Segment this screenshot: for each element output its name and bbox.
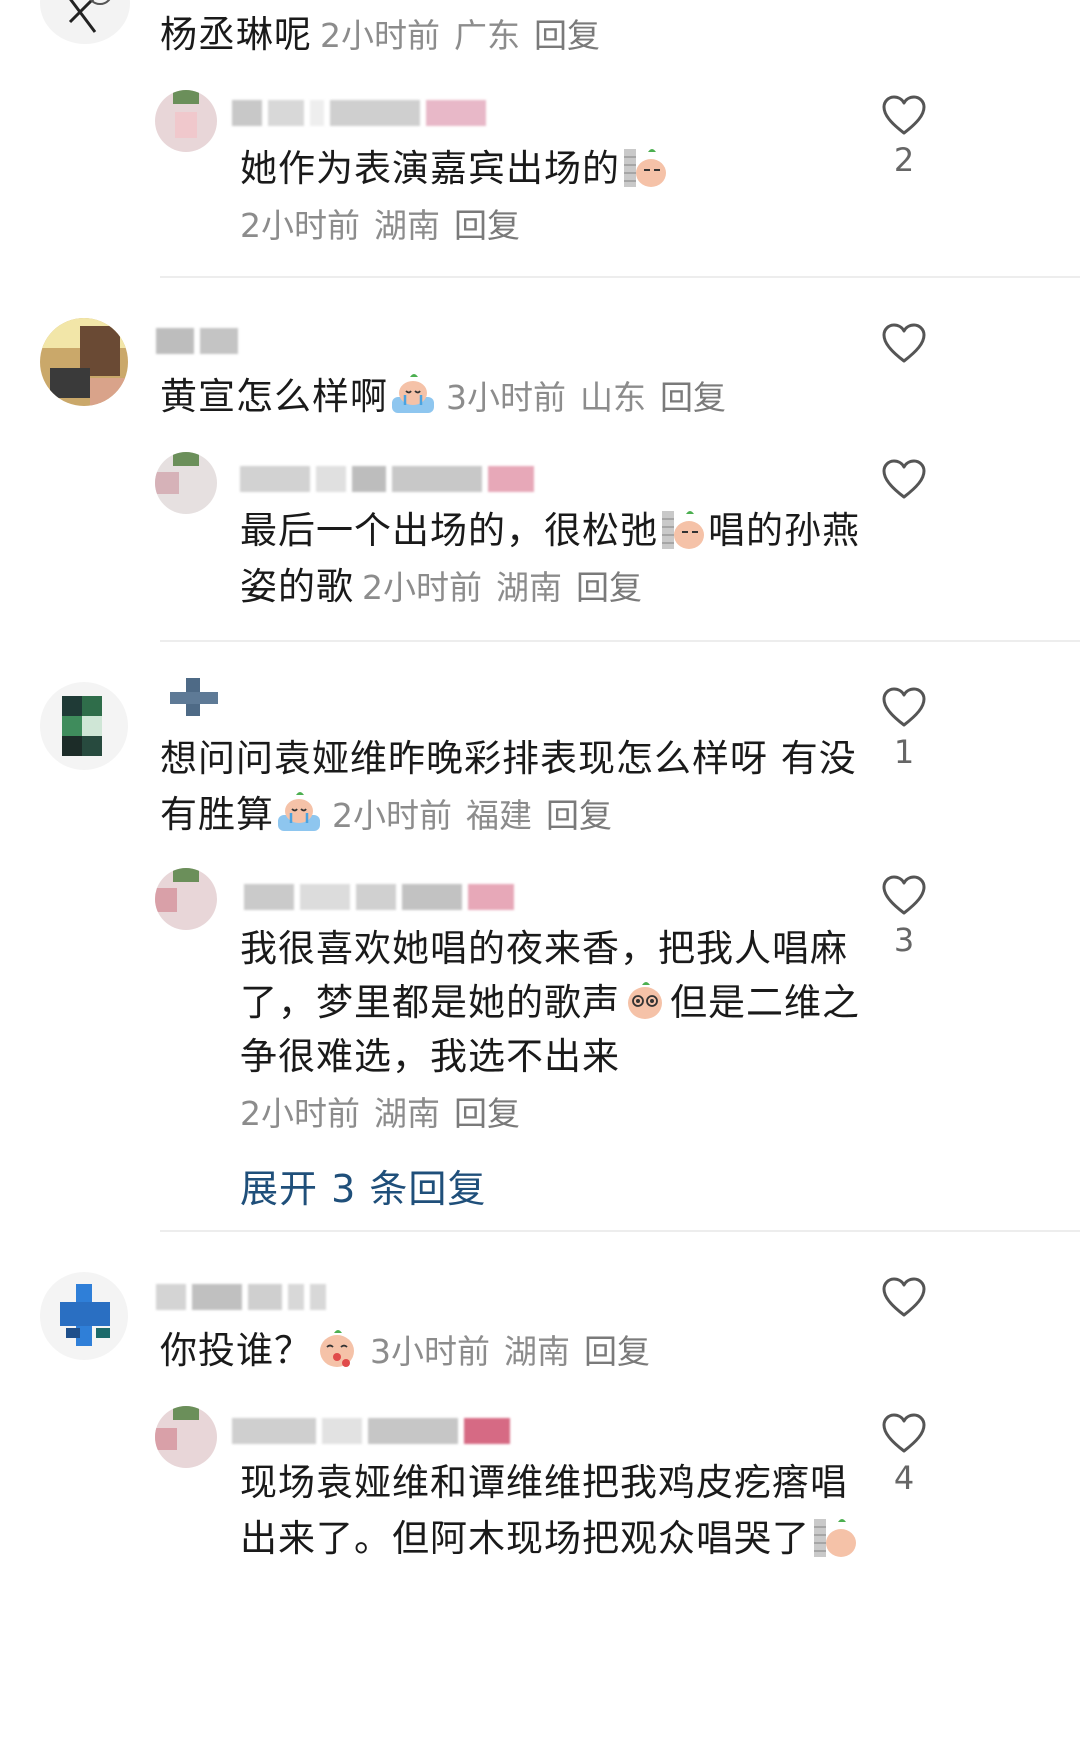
heart-outline-icon: [882, 1413, 926, 1453]
dizzy-eyes-emoji: [628, 982, 662, 1019]
comment-location: 湖南: [374, 1094, 440, 1133]
username-blurred[interactable]: [156, 1280, 326, 1314]
avatar[interactable]: [155, 868, 217, 930]
like-button[interactable]: [858, 458, 950, 500]
divider: [160, 640, 1080, 642]
comment-body: 现场袁娅维和谭维维把我鸡皮疙瘩唱: [240, 1461, 848, 1504]
comment-time: 2小时前: [362, 568, 482, 607]
comment-text: 姿的歌 2小时前 湖南 回复: [240, 556, 642, 618]
comment-text: 争很难选，我选不出来: [240, 1026, 620, 1087]
heart-outline-icon: [882, 687, 926, 727]
avatar[interactable]: [40, 1272, 128, 1360]
like-button[interactable]: 3: [858, 874, 950, 960]
username-blurred[interactable]: [240, 462, 534, 496]
comment-location: 湖南: [496, 568, 562, 607]
reply-button[interactable]: 回复: [454, 206, 520, 245]
avatar[interactable]: [40, 682, 128, 770]
comment-location: 山东: [580, 378, 646, 417]
comment-text: 最后一个出场的，很松弛 唱的孙燕: [240, 500, 860, 561]
divider: [160, 276, 1080, 278]
wall-peek-emoji: [814, 1519, 856, 1557]
comment-text: 现场袁娅维和谭维维把我鸡皮疙瘩唱: [240, 1452, 848, 1513]
comment-location: 广东: [454, 16, 520, 55]
comment-time: 2小时前: [240, 206, 360, 245]
crying-bath-emoji: [278, 792, 320, 831]
comment-text: 黄宣怎么样啊 3小时前 山东 回复: [160, 366, 726, 428]
like-count: 4: [893, 1459, 915, 1497]
comment-body: 我很喜欢她唱的夜来香，把我人唱麻: [240, 927, 848, 970]
comment-body-line2: 姿的歌: [240, 565, 354, 608]
comment-body: 想问问袁娅维昨晚彩排表现怎么样呀 有没: [160, 737, 857, 780]
comment-text: 出来了。但阿木现场把观众唱哭了: [240, 1508, 860, 1569]
comment-body: 你投谁？: [160, 1329, 312, 1372]
heart-outline-icon: [882, 95, 926, 135]
like-count: 2: [893, 141, 915, 179]
comment-time: 2小时前: [320, 16, 440, 55]
comment-time: 2小时前: [332, 796, 452, 835]
comment-body-line3: 争很难选，我选不出来: [240, 1035, 620, 1078]
heart-outline-icon: [882, 323, 926, 363]
comment-text: 了，梦里都是她的歌声 但是二维之: [240, 972, 860, 1033]
avatar[interactable]: [155, 1406, 217, 1468]
avatar[interactable]: [155, 452, 217, 514]
like-button[interactable]: 1: [858, 686, 950, 772]
comment-text: 想问问袁娅维昨晚彩排表现怎么样呀 有没: [160, 728, 857, 789]
comment-location: 湖南: [504, 1332, 570, 1371]
like-button[interactable]: 4: [858, 1412, 950, 1498]
username-blurred[interactable]: [156, 324, 238, 358]
comment-text: 杨丞琳呢 2小时前 广东 回复: [160, 4, 600, 66]
avatar[interactable]: [40, 318, 128, 406]
reply-button[interactable]: 回复: [534, 16, 600, 55]
reply-button[interactable]: 回复: [576, 568, 642, 607]
username-blurred[interactable]: [232, 96, 486, 130]
like-count: 1: [893, 733, 915, 771]
wall-peek-emoji: [624, 149, 666, 187]
comment-text: 有胜算 2小时前 福建 回复: [160, 784, 612, 846]
heart-outline-icon: [882, 459, 926, 499]
comment-location: 福建: [466, 796, 532, 835]
heart-outline-icon: [882, 1277, 926, 1317]
comment-meta: 2小时前 湖南 回复: [232, 194, 520, 256]
username-blurred[interactable]: [170, 678, 218, 716]
comment-time: 2小时前: [240, 1094, 360, 1133]
like-button[interactable]: [858, 1276, 950, 1318]
comment-body: 最后一个出场的，很松弛: [240, 509, 658, 552]
comment-body-cont: 唱的孙燕: [708, 509, 860, 552]
username-blurred[interactable]: [244, 880, 514, 914]
avatar[interactable]: [40, 0, 130, 44]
comment-body: 黄宣怎么样啊: [160, 375, 388, 418]
comment-body: 杨丞琳呢: [160, 13, 312, 56]
comment-body-line2: 了，梦里都是她的歌声: [240, 981, 620, 1024]
crying-bath-emoji: [392, 374, 434, 413]
comment-meta: 2小时前 湖南 回复: [232, 1082, 520, 1144]
heart-outline-icon: [882, 875, 926, 915]
kiss-emoji: [320, 1330, 354, 1367]
reply-button[interactable]: 回复: [546, 796, 612, 835]
username-blurred[interactable]: [232, 1414, 510, 1448]
comment-text: 我很喜欢她唱的夜来香，把我人唱麻: [240, 918, 848, 979]
reply-button[interactable]: 回复: [584, 1332, 650, 1371]
comment-time: 3小时前: [370, 1332, 490, 1371]
comment-location: 湖南: [374, 206, 440, 245]
divider: [160, 1230, 1080, 1232]
comment-body-line2: 有胜算: [160, 793, 274, 836]
reply-button[interactable]: 回复: [454, 1094, 520, 1133]
like-button[interactable]: [858, 322, 950, 364]
comment-body-line2: 出来了。但阿木现场把观众唱哭了: [240, 1517, 810, 1560]
reply-button[interactable]: 回复: [660, 378, 726, 417]
comment-text: 她作为表演嘉宾出场的: [240, 138, 670, 199]
like-button[interactable]: 2: [858, 94, 950, 180]
avatar[interactable]: [155, 90, 217, 152]
comment-text: 你投谁？ 3小时前 湖南 回复: [160, 1320, 650, 1382]
comment-body: 她作为表演嘉宾出场的: [240, 147, 620, 190]
like-count: 3: [893, 921, 915, 959]
comment-body-cont: 但是二维之: [670, 981, 860, 1024]
expand-replies-link[interactable]: 展开 3 条回复: [240, 1158, 486, 1213]
comment-time: 3小时前: [446, 378, 566, 417]
wall-peek-emoji: [662, 511, 704, 549]
